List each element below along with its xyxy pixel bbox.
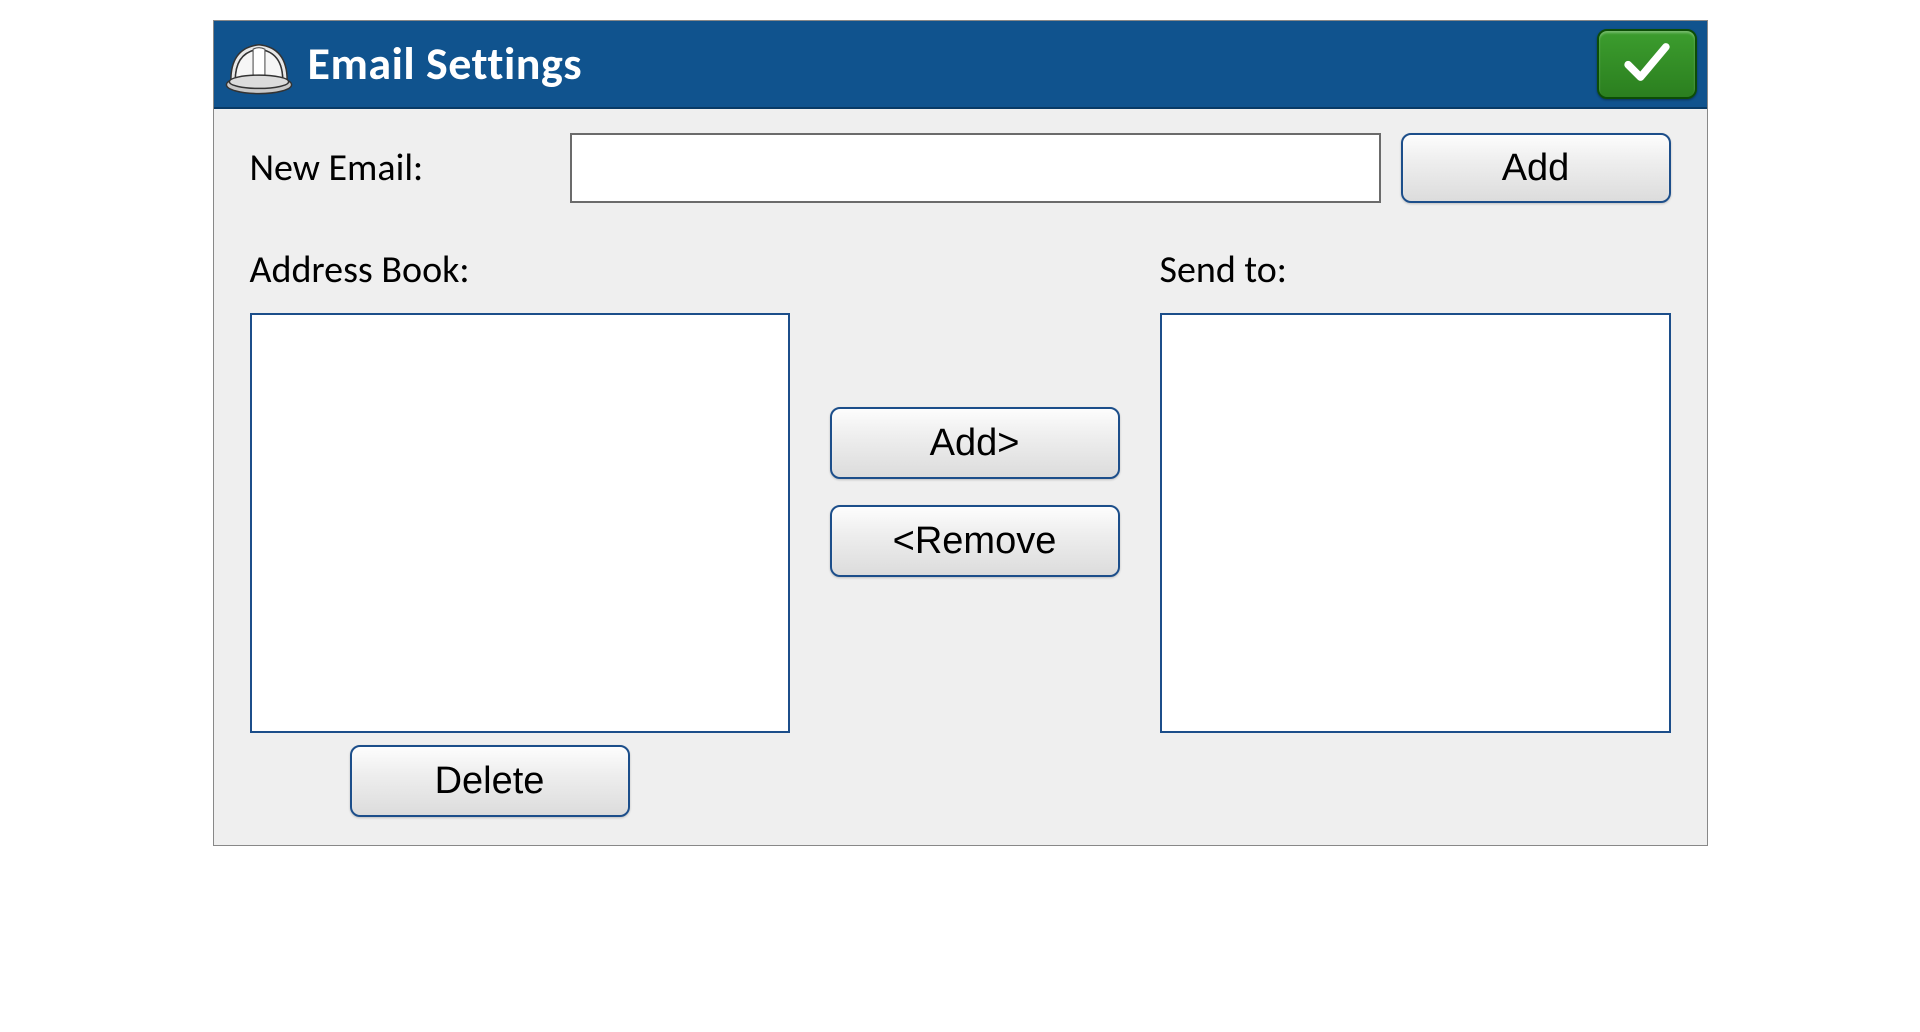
dialog-content: New Email: Add Address Book: Delete Add>…: [214, 109, 1707, 845]
columns: Address Book: Delete Add> <Remove Send t…: [250, 247, 1671, 817]
add-email-button[interactable]: Add: [1401, 133, 1671, 203]
address-book-list[interactable]: [250, 313, 790, 733]
titlebar: Email Settings: [214, 21, 1707, 109]
new-email-label: New Email:: [250, 145, 550, 191]
address-book-column: Address Book: Delete: [250, 247, 790, 817]
hardhat-icon: [220, 25, 298, 103]
dialog-title: Email Settings: [308, 36, 1597, 92]
send-to-label: Send to:: [1160, 247, 1671, 295]
address-book-label: Address Book:: [250, 247, 790, 295]
checkmark-icon: [1612, 35, 1682, 94]
delete-button[interactable]: Delete: [350, 745, 630, 817]
new-email-row: New Email: Add: [250, 133, 1671, 203]
new-email-input[interactable]: [570, 133, 1381, 203]
transfer-buttons-column: Add> <Remove: [830, 407, 1120, 577]
send-to-column: Send to:: [1160, 247, 1671, 733]
add-to-sendlist-button[interactable]: Add>: [830, 407, 1120, 479]
confirm-button[interactable]: [1597, 29, 1697, 99]
remove-from-sendlist-button[interactable]: <Remove: [830, 505, 1120, 577]
send-to-list[interactable]: [1160, 313, 1671, 733]
email-settings-dialog: Email Settings New Email: Add Address Bo…: [213, 20, 1708, 846]
